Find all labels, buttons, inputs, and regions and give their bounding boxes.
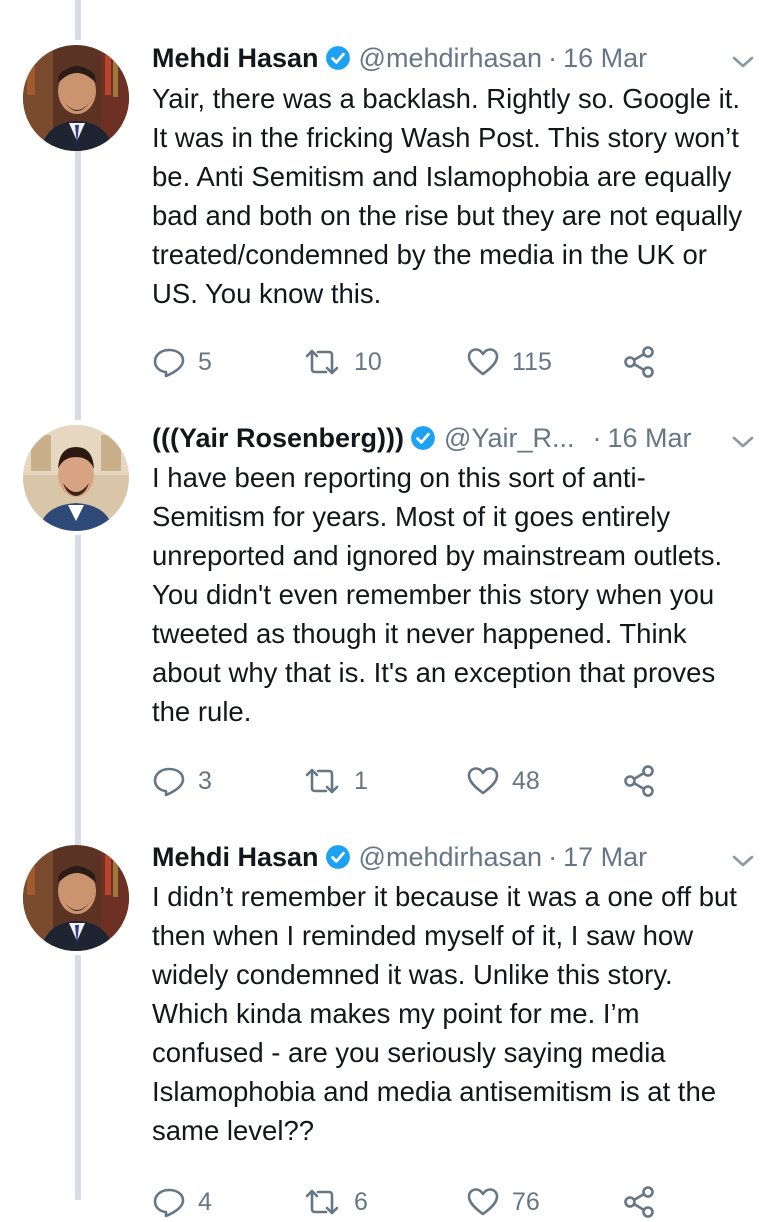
verified-badge-icon: [410, 425, 436, 451]
tweet-date[interactable]: 16 Mar: [607, 423, 691, 454]
tweet-header: Mehdi Hasan @mehdirhasan · 17 Mar: [152, 837, 758, 877]
like-count: 76: [512, 1187, 540, 1216]
share-button[interactable]: [622, 1182, 656, 1222]
retweet-button[interactable]: 6: [302, 1182, 368, 1222]
reply-icon: [153, 348, 185, 378]
reply-icon: [153, 1188, 185, 1218]
like-button[interactable]: 115: [466, 342, 552, 382]
author-handle[interactable]: @mehdirhasan: [359, 842, 543, 873]
separator: ·: [548, 42, 558, 73]
share-button[interactable]: [622, 342, 656, 382]
reply-count: 3: [198, 766, 212, 795]
verified-badge-icon: [325, 844, 351, 870]
author-handle[interactable]: @mehdirhasan: [359, 43, 543, 74]
chevron-down-icon[interactable]: [730, 52, 756, 72]
retweet-button[interactable]: 10: [302, 342, 382, 382]
separator: ·: [548, 841, 558, 872]
verified-badge-icon: [325, 45, 351, 71]
heart-icon: [467, 767, 499, 795]
author-handle[interactable]: @Yair_R...: [444, 423, 574, 454]
share-icon: [624, 1186, 654, 1218]
avatar[interactable]: [23, 845, 129, 951]
like-button[interactable]: 76: [466, 1182, 540, 1222]
tweet[interactable]: Mehdi Hasan @mehdirhasan · 16 Mar Yair, …: [0, 0, 778, 400]
retweet-icon: [305, 768, 339, 794]
tweet[interactable]: Mehdi Hasan @mehdirhasan · 17 Mar I didn…: [0, 820, 778, 1218]
retweet-count: 6: [354, 1187, 368, 1216]
share-icon: [624, 346, 654, 378]
retweet-count: 1: [354, 766, 368, 795]
chevron-down-icon[interactable]: [730, 432, 756, 452]
tweet-header: Mehdi Hasan @mehdirhasan · 16 Mar: [152, 38, 758, 78]
like-count: 115: [512, 347, 552, 376]
retweet-icon: [305, 349, 339, 375]
tweet-actions: 5 10 115: [152, 342, 672, 382]
reply-button[interactable]: 3: [152, 761, 212, 801]
share-button[interactable]: [622, 761, 656, 801]
author-name[interactable]: Mehdi Hasan: [152, 842, 319, 873]
like-count: 48: [512, 766, 540, 795]
tweet[interactable]: (((Yair Rosenberg))) @Yair_R... · 16 Mar…: [0, 400, 778, 820]
chevron-down-icon[interactable]: [730, 851, 756, 871]
separator: ·: [592, 422, 602, 453]
author-name[interactable]: Mehdi Hasan: [152, 43, 319, 74]
avatar[interactable]: [23, 425, 129, 531]
heart-icon: [467, 1188, 499, 1216]
reply-icon: [153, 767, 185, 797]
avatar[interactable]: [23, 45, 129, 151]
author-name[interactable]: (((Yair Rosenberg))): [152, 423, 404, 454]
tweet-text: I didn’t remember it because it was a on…: [152, 881, 737, 1146]
reply-count: 4: [198, 1187, 212, 1216]
tweet-text: Yair, there was a backlash. Rightly so. …: [152, 83, 743, 309]
tweet-date[interactable]: 16 Mar: [563, 43, 647, 74]
tweet-actions: 3 1 48: [152, 761, 672, 801]
heart-icon: [467, 348, 499, 376]
reply-count: 5: [198, 347, 212, 376]
tweet-date[interactable]: 17 Mar: [563, 842, 647, 873]
reply-button[interactable]: 4: [152, 1182, 212, 1222]
tweet-text: I have been reporting on this sort of an…: [152, 462, 723, 727]
like-button[interactable]: 48: [466, 761, 540, 801]
retweet-icon: [305, 1189, 339, 1215]
tweet-header: (((Yair Rosenberg))) @Yair_R... · 16 Mar: [152, 418, 758, 458]
share-icon: [624, 765, 654, 797]
reply-button[interactable]: 5: [152, 342, 212, 382]
retweet-count: 10: [354, 347, 382, 376]
retweet-button[interactable]: 1: [302, 761, 368, 801]
tweet-actions: 4 6 76: [152, 1182, 672, 1222]
